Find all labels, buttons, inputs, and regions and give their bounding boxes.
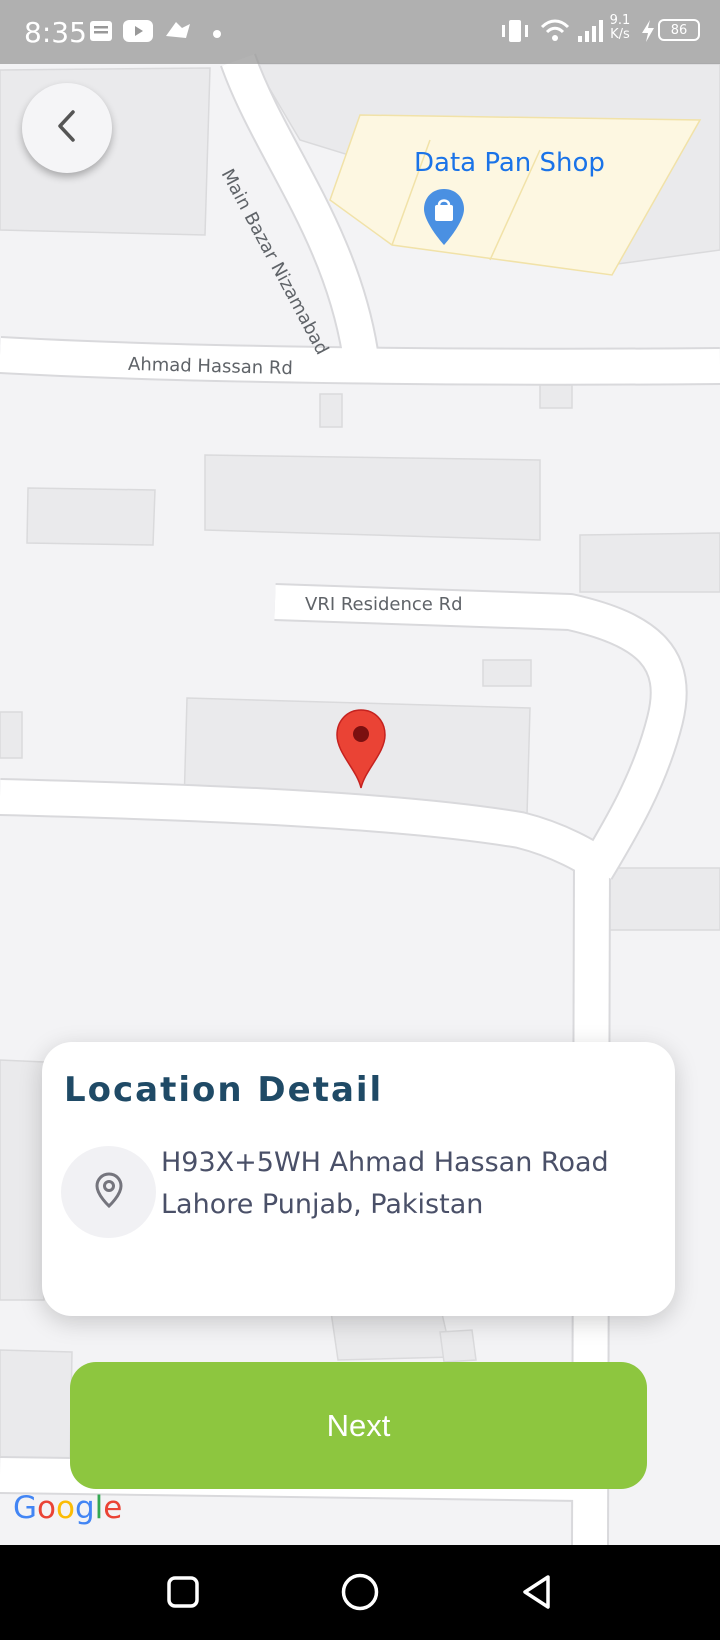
location-pin-icon[interactable] bbox=[335, 708, 387, 790]
wifi-icon bbox=[540, 18, 570, 49]
net-speed: 9.1 K/s bbox=[606, 14, 634, 42]
address-line-2: Lahore Punjab, Pakistan bbox=[161, 1189, 484, 1220]
road-label-ahmad-hassan: Ahmad Hassan Rd bbox=[127, 353, 294, 380]
back-icon[interactable] bbox=[512, 1567, 562, 1617]
shopping-bag-icon[interactable] bbox=[422, 187, 466, 247]
recents-icon[interactable] bbox=[158, 1567, 208, 1617]
map-pin-outline-icon bbox=[94, 1171, 123, 1213]
google-letter: g bbox=[74, 1490, 95, 1526]
road-label-vri-residence: VRI Residence Rd bbox=[305, 594, 463, 615]
notification-icon bbox=[88, 18, 114, 49]
address-line-1: H93X+5WH Ahmad Hassan Road bbox=[161, 1147, 609, 1178]
status-bar: 8:35 9.1 K/s 86 bbox=[0, 0, 720, 64]
google-letter: e bbox=[103, 1490, 123, 1526]
google-letter: o bbox=[56, 1490, 75, 1526]
google-letter: l bbox=[94, 1490, 104, 1526]
signal-icon bbox=[576, 18, 604, 49]
google-logo: Google bbox=[13, 1490, 122, 1526]
address-text: H93X+5WH Ahmad Hassan Road Lahore Punjab… bbox=[161, 1142, 661, 1226]
net-speed-value: 9.1 bbox=[609, 13, 631, 28]
card-title: Location Detail bbox=[64, 1070, 384, 1110]
dot-icon bbox=[212, 26, 222, 44]
google-letter: G bbox=[13, 1490, 38, 1526]
battery-icon: 86 bbox=[658, 19, 700, 41]
google-letter: o bbox=[37, 1490, 56, 1526]
battery-level: 86 bbox=[670, 22, 688, 38]
chevron-left-icon bbox=[54, 108, 80, 149]
back-button[interactable] bbox=[22, 83, 112, 173]
game-icon bbox=[162, 18, 194, 49]
net-speed-unit: K/s bbox=[610, 27, 630, 42]
location-detail-card: Location Detail H93X+5WH Ahmad Hassan Ro… bbox=[42, 1042, 675, 1316]
home-icon[interactable] bbox=[335, 1567, 385, 1617]
status-time: 8:35 bbox=[24, 16, 87, 49]
system-nav-bar bbox=[0, 1545, 720, 1640]
poi-name[interactable]: Data Pan Shop bbox=[414, 148, 605, 178]
vibrate-icon bbox=[500, 18, 530, 49]
charging-icon bbox=[640, 18, 656, 49]
next-button[interactable]: Next bbox=[70, 1362, 647, 1489]
address-icon-container bbox=[61, 1146, 156, 1238]
youtube-icon bbox=[122, 18, 154, 49]
